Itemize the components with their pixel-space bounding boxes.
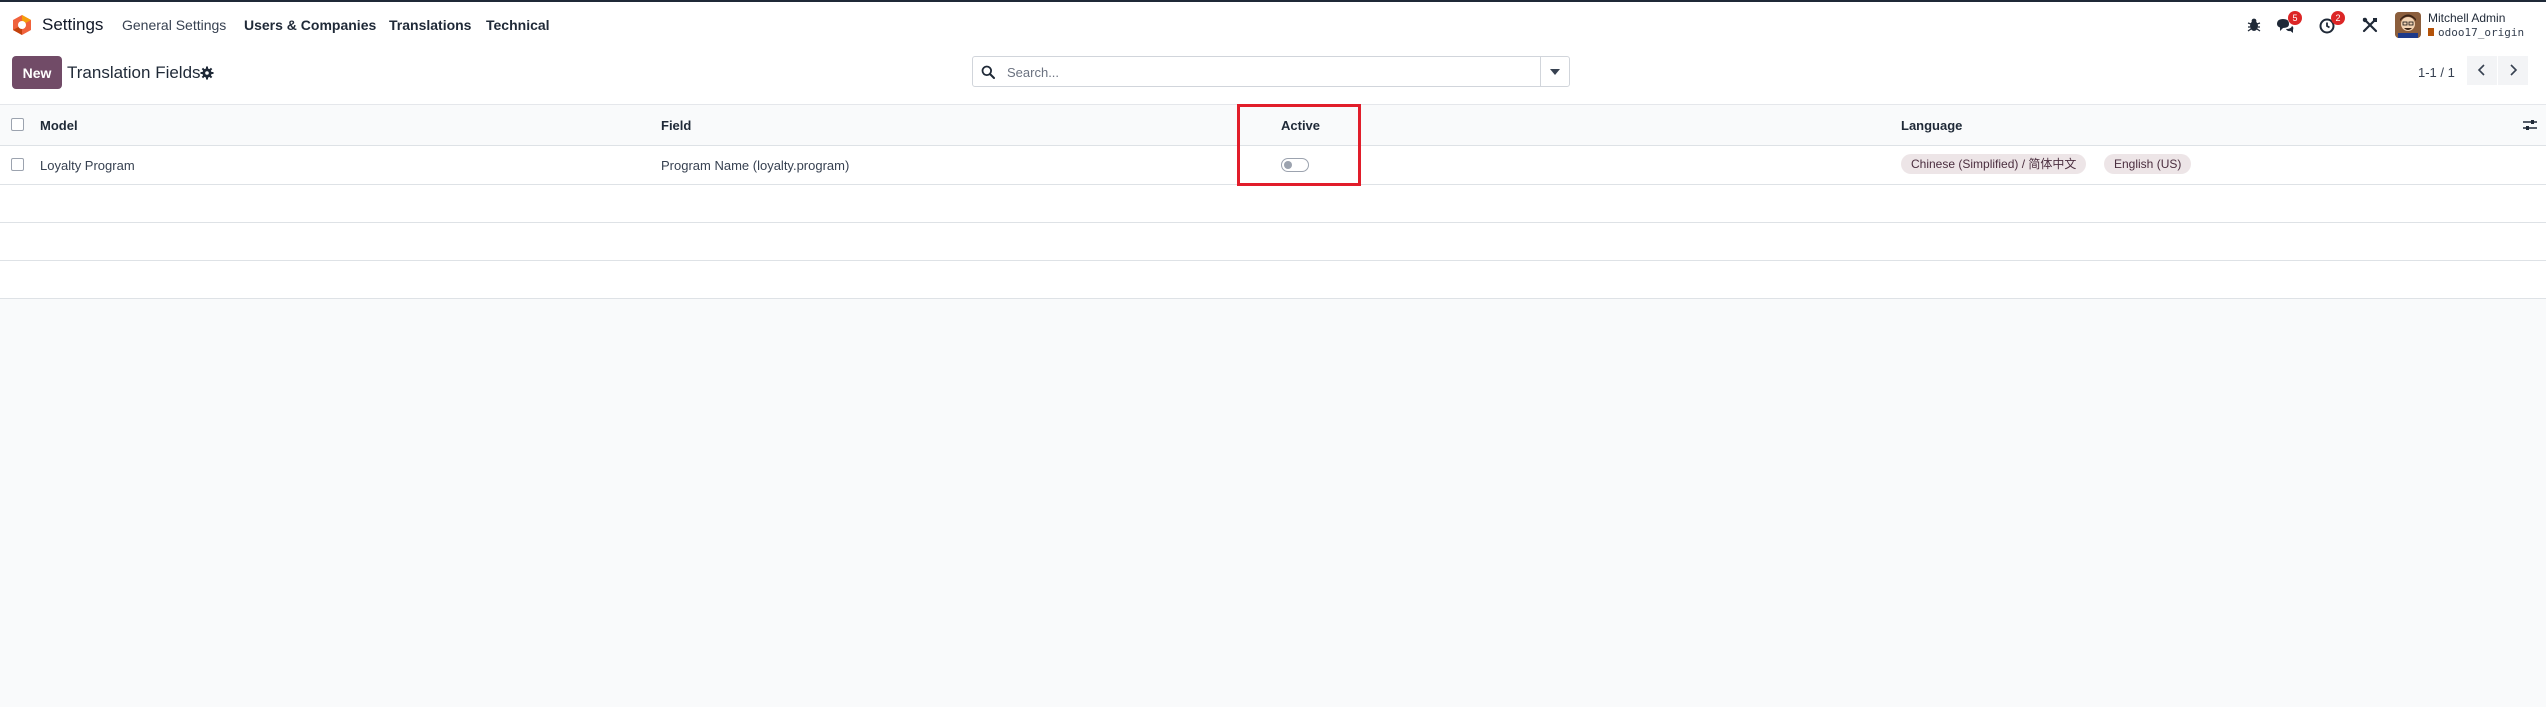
optional-columns-icon[interactable]: [2522, 117, 2538, 133]
search-options-dropdown[interactable]: [1540, 57, 1569, 86]
database-name: odoo17_origin: [2428, 26, 2524, 39]
chevron-left-icon: [2477, 64, 2485, 76]
activities-badge: 2: [2331, 11, 2345, 25]
menu-translations[interactable]: Translations: [389, 17, 471, 33]
app-title[interactable]: Settings: [42, 15, 103, 35]
clock-icon[interactable]: 2: [2318, 11, 2345, 35]
user-name[interactable]: Mitchell Admin: [2428, 11, 2505, 25]
database-icon: [2428, 28, 2434, 36]
chevron-right-icon: [2510, 64, 2518, 76]
menu-users-companies[interactable]: Users & Companies: [244, 17, 376, 33]
cell-field[interactable]: Program Name (loyalty.program): [661, 158, 849, 173]
tools-icon[interactable]: [2360, 15, 2380, 35]
language-tag: English (US): [2104, 154, 2192, 174]
column-header-model[interactable]: Model: [40, 118, 78, 133]
settings-app-icon[interactable]: [11, 14, 33, 36]
row-checkbox[interactable]: [11, 158, 24, 171]
empty-row: [0, 261, 2546, 299]
chat-icon[interactable]: 5: [2275, 11, 2302, 35]
search-icon: [981, 65, 995, 79]
control-panel: New Translation Fields 1-1 / 1: [0, 48, 2546, 104]
menu-general-settings[interactable]: General Settings: [122, 17, 226, 33]
cell-model[interactable]: Loyalty Program: [40, 158, 135, 173]
language-tag: Chinese (Simplified) / 简体中文: [1901, 154, 2087, 174]
pager-next-button[interactable]: [2498, 56, 2528, 85]
database-label: odoo17_origin: [2438, 26, 2525, 39]
pager-previous-button[interactable]: [2467, 56, 2497, 85]
main-navbar: Settings General Settings Users & Compan…: [0, 2, 2546, 49]
new-button[interactable]: New: [12, 56, 62, 89]
messages-badge: 5: [2288, 11, 2302, 25]
avatar[interactable]: [2395, 12, 2421, 38]
highlight-annotation: [1237, 104, 1361, 186]
column-header-language[interactable]: Language: [1901, 118, 1962, 133]
page-title: Translation Fields: [67, 63, 201, 82]
gear-icon[interactable]: [199, 65, 215, 81]
select-all-checkbox[interactable]: [11, 118, 24, 131]
search-input[interactable]: [1005, 61, 1509, 84]
empty-row: [0, 185, 2546, 223]
column-header-field[interactable]: Field: [661, 118, 691, 133]
menu-technical[interactable]: Technical: [486, 17, 550, 33]
search-bar: [972, 56, 1570, 87]
bug-icon[interactable]: [2244, 15, 2264, 35]
pager-value[interactable]: 1-1 / 1: [2418, 65, 2455, 80]
empty-row: [0, 223, 2546, 261]
